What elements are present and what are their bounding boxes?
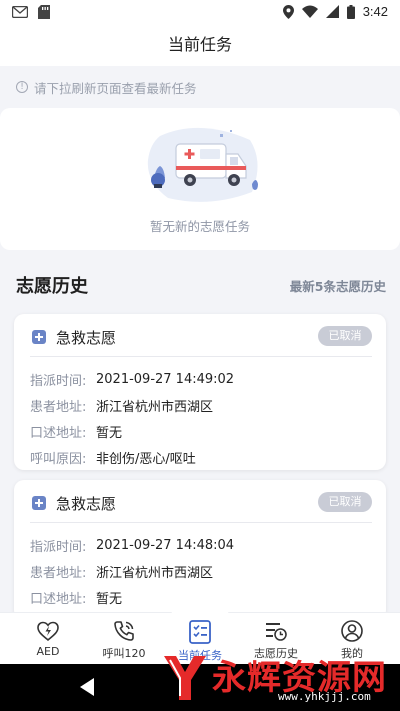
card-details: 指派时间: 2021-09-27 14:49:02 患者地址: 浙江省杭州市西湖区 … [30,366,372,470]
top-app-bar: 当前任务 [0,24,400,66]
tab-label: 呼叫120 [102,647,146,660]
empty-task-card: 暂无新的志愿任务 [0,108,400,250]
status-bar: 3:42 [0,0,400,24]
detail-label: 指派时间: [30,539,87,555]
info-icon: ! [16,81,28,93]
detail-label: 指派时间: [30,373,87,389]
detail-value: 暂无 [96,591,123,607]
detail-row: 口述地址: 暂无 [30,418,372,444]
history-card[interactable]: 急救志愿 已取消 指派时间: 2021-09-27 14:49:02 患者地址: 浙… [14,314,386,470]
history-list-icon [266,623,287,641]
history-header: 志愿历史 最新5条志愿历史 [16,268,386,298]
heart-bolt-icon [37,621,59,642]
detail-row: 患者地址: 浙江省杭州市西湖区 [30,558,372,584]
watermark-url: www.yhkjjj.com [278,690,371,703]
detail-row: 指派时间: 2021-09-27 14:48:04 [30,532,372,558]
status-badge: 已取消 [318,492,372,512]
back-icon[interactable] [80,678,94,696]
location-icon [282,4,294,19]
sd-card-icon [38,5,50,19]
signal-icon [325,5,339,18]
tab-label: AED [36,645,60,658]
refresh-notice: ! 请下拉刷新页面查看最新任务 [0,72,400,102]
detail-value: 浙江省杭州市西湖区 [96,565,214,581]
detail-label: 口述地址: [30,591,87,607]
medical-cross-icon [32,330,46,344]
card-type: 急救志愿 [56,329,117,347]
wifi-icon [301,5,318,18]
detail-row: 呼叫原因: 非创伤/恶心/呕吐 [30,444,372,470]
phone-call-icon [114,621,134,641]
medical-cross-icon [32,496,46,510]
detail-value: 非创伤/恶心/呕吐 [96,451,196,467]
user-icon [341,620,363,642]
detail-value: 2021-09-27 14:49:02 [96,371,235,387]
divider [30,356,372,357]
detail-label: 呼叫原因: [30,451,87,467]
detail-value: 2021-09-27 14:48:04 [96,537,235,553]
refresh-notice-text: 请下拉刷新页面查看最新任务 [34,80,197,96]
detail-label: 患者地址: [30,565,87,581]
detail-row: 指派时间: 2021-09-27 14:49:02 [30,366,372,392]
status-badge: 已取消 [318,326,372,346]
card-type: 急救志愿 [56,495,117,513]
detail-label: 患者地址: [30,399,87,415]
page-title: 当前任务 [167,35,232,54]
divider [30,522,372,523]
card-header: 急救志愿 已取消 [30,492,372,518]
tab-call-120[interactable]: 呼叫120 [84,619,164,665]
watermark-logo-icon [164,656,206,700]
tab-aed[interactable]: AED [8,619,88,665]
battery-icon [346,4,355,19]
detail-value: 暂无 [96,425,123,441]
recent-history-link[interactable]: 最新5条志愿历史 [290,276,386,295]
history-title: 志愿历史 [16,276,88,297]
detail-row: 患者地址: 浙江省杭州市西湖区 [30,392,372,418]
ambulance-illustration [147,127,258,202]
empty-state-text: 暂无新的志愿任务 [149,219,250,234]
checklist-icon [189,620,211,644]
gmail-icon [12,6,28,18]
card-header: 急救志愿 已取消 [30,326,372,352]
detail-label: 口述地址: [30,425,87,441]
detail-value: 浙江省杭州市西湖区 [96,399,214,415]
watermark: 永辉资源网 www.yhkjjj.com [160,648,396,708]
clock: 3:42 [362,4,388,19]
